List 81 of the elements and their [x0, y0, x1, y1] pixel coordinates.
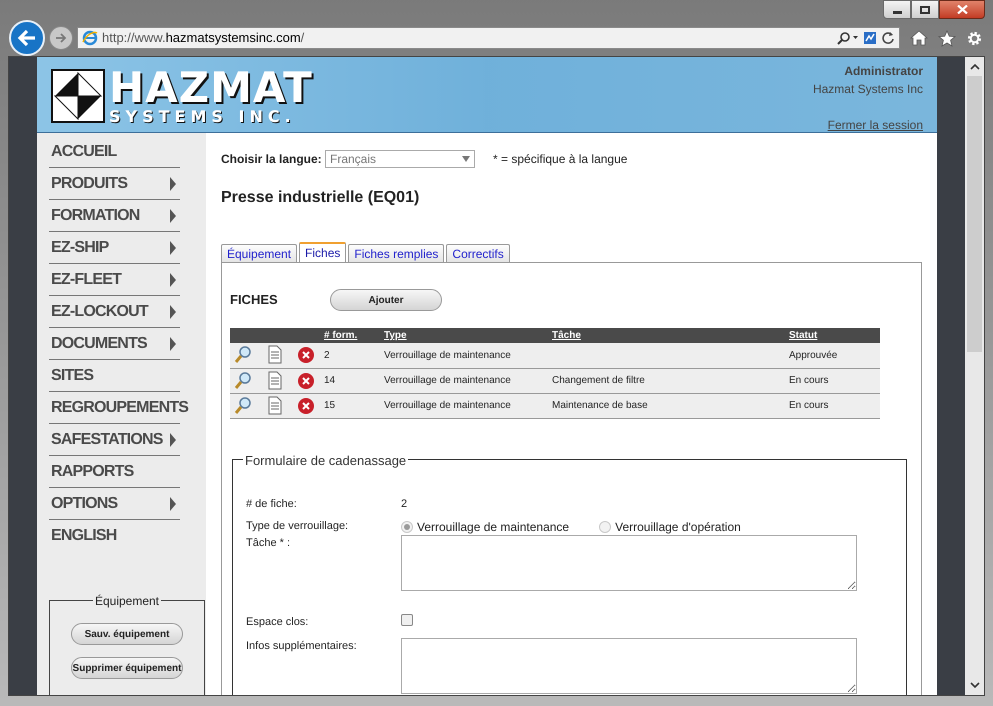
nav-link[interactable]: PRODUITS	[51, 172, 128, 196]
nav-link[interactable]: SITES	[51, 364, 94, 388]
refresh-icon[interactable]	[881, 31, 895, 45]
nav-link[interactable]: ENGLISH	[51, 524, 117, 548]
dropdown-caret-icon	[462, 156, 470, 162]
column-header[interactable]: # form.	[324, 330, 358, 341]
scroll-down-icon[interactable]	[970, 682, 980, 689]
settings-icon[interactable]	[966, 30, 983, 46]
compatibility-icon[interactable]	[863, 31, 877, 45]
page-title: Presse industrielle (EQ01)	[221, 188, 420, 208]
nav-link[interactable]: SAFESTATIONS	[51, 428, 163, 452]
panel-legend: Équipement	[92, 592, 162, 610]
star-icon[interactable]	[938, 30, 956, 46]
forward-button[interactable]	[49, 26, 73, 50]
scroll-thumb[interactable]	[967, 76, 982, 352]
field-label: Espace clos:	[246, 614, 310, 630]
nav-link[interactable]: REGROUPEMENTS	[51, 396, 188, 420]
table-cell: 2	[324, 350, 330, 361]
table-cell: Verrouillage de maintenance	[384, 375, 511, 386]
address-bar[interactable]: http://www.hazmatsystemsinc.com/	[77, 27, 900, 49]
field-label: Tâche * :	[246, 536, 292, 550]
table-cell: Changement de filtre	[552, 375, 645, 386]
table-cell: En cours	[789, 375, 828, 386]
forward-arrow-icon	[55, 33, 67, 43]
nav-link[interactable]: EZ-LOCKOUT	[51, 300, 148, 324]
scroll-up-icon[interactable]	[970, 63, 980, 70]
close-icon	[956, 5, 968, 14]
radio-option[interactable]: Verrouillage d'opération	[599, 518, 741, 536]
delete-icon[interactable]	[296, 370, 316, 390]
tab[interactable]: Fiches	[299, 242, 346, 262]
table-cell: Verrouillage de maintenance	[384, 350, 511, 361]
back-arrow-icon	[17, 29, 37, 47]
url-text: http://www.hazmatsystemsinc.com/	[102, 29, 304, 48]
table-cell: En cours	[789, 400, 828, 411]
maximize-button[interactable]	[911, 0, 939, 19]
column-header[interactable]: Statut	[789, 330, 818, 341]
tab[interactable]: Équipement	[221, 244, 298, 262]
search-icon[interactable]	[837, 31, 859, 45]
field-value: 2	[401, 496, 408, 512]
browser-globe-icon	[82, 30, 98, 46]
add-button[interactable]: Ajouter	[330, 289, 442, 311]
tab[interactable]: Fiches remplies	[348, 244, 444, 262]
section-heading: FICHES	[230, 291, 279, 310]
table-cell: 14	[324, 375, 336, 386]
table-cell: Approuvée	[789, 350, 838, 361]
close-button[interactable]	[939, 0, 985, 19]
back-button[interactable]	[9, 20, 45, 56]
tab[interactable]: Correctifs	[446, 244, 510, 262]
nav-link[interactable]: FORMATION	[51, 204, 140, 228]
column-header[interactable]: Type	[384, 330, 407, 341]
language-label: Choisir la langue:	[221, 151, 323, 168]
nav-link[interactable]: EZ-SHIP	[51, 236, 109, 260]
scrollbar[interactable]	[965, 57, 984, 695]
logout-link[interactable]: Fermer la session	[828, 116, 923, 134]
minimize-button[interactable]	[883, 0, 911, 19]
language-note: * = spécifique à la langue	[493, 151, 628, 168]
nav-link[interactable]: DOCUMENTS	[51, 332, 147, 356]
user-name: Administrator	[844, 63, 923, 80]
field-label: Type de verrouillage:	[246, 518, 350, 534]
nav-link[interactable]: RAPPORTS	[51, 460, 134, 484]
delete-icon[interactable]	[296, 345, 316, 366]
field-label: Infos supplémentaires:	[246, 638, 358, 654]
table-cell: Verrouillage de maintenance	[384, 400, 511, 411]
language-dropdown[interactable]: Français	[325, 150, 475, 168]
home-icon[interactable]	[910, 30, 928, 46]
checkbox[interactable]	[401, 614, 413, 626]
table-cell: 15	[324, 400, 336, 411]
column-header[interactable]: Tâche	[552, 330, 581, 341]
field-label: # de fiche:	[246, 496, 298, 512]
nav-link[interactable]: EZ-FLEET	[51, 268, 122, 292]
nav-link[interactable]: ACCUEIL	[51, 140, 117, 164]
panel-button[interactable]: Supprimer équipement	[71, 657, 183, 679]
table-cell: Maintenance de base	[552, 400, 648, 411]
company-name: Hazmat Systems Inc	[812, 81, 923, 98]
panel-button[interactable]: Sauv. équipement	[71, 623, 183, 645]
logo-title: HAZMAT	[109, 66, 313, 108]
nav-link[interactable]: OPTIONS	[51, 492, 118, 516]
diamond-logo-icon	[51, 68, 105, 122]
delete-icon[interactable]	[296, 396, 316, 416]
radio-option[interactable]: Verrouillage de maintenance	[401, 518, 570, 536]
logo-subtitle: SYSTEMS INC.	[109, 108, 297, 124]
